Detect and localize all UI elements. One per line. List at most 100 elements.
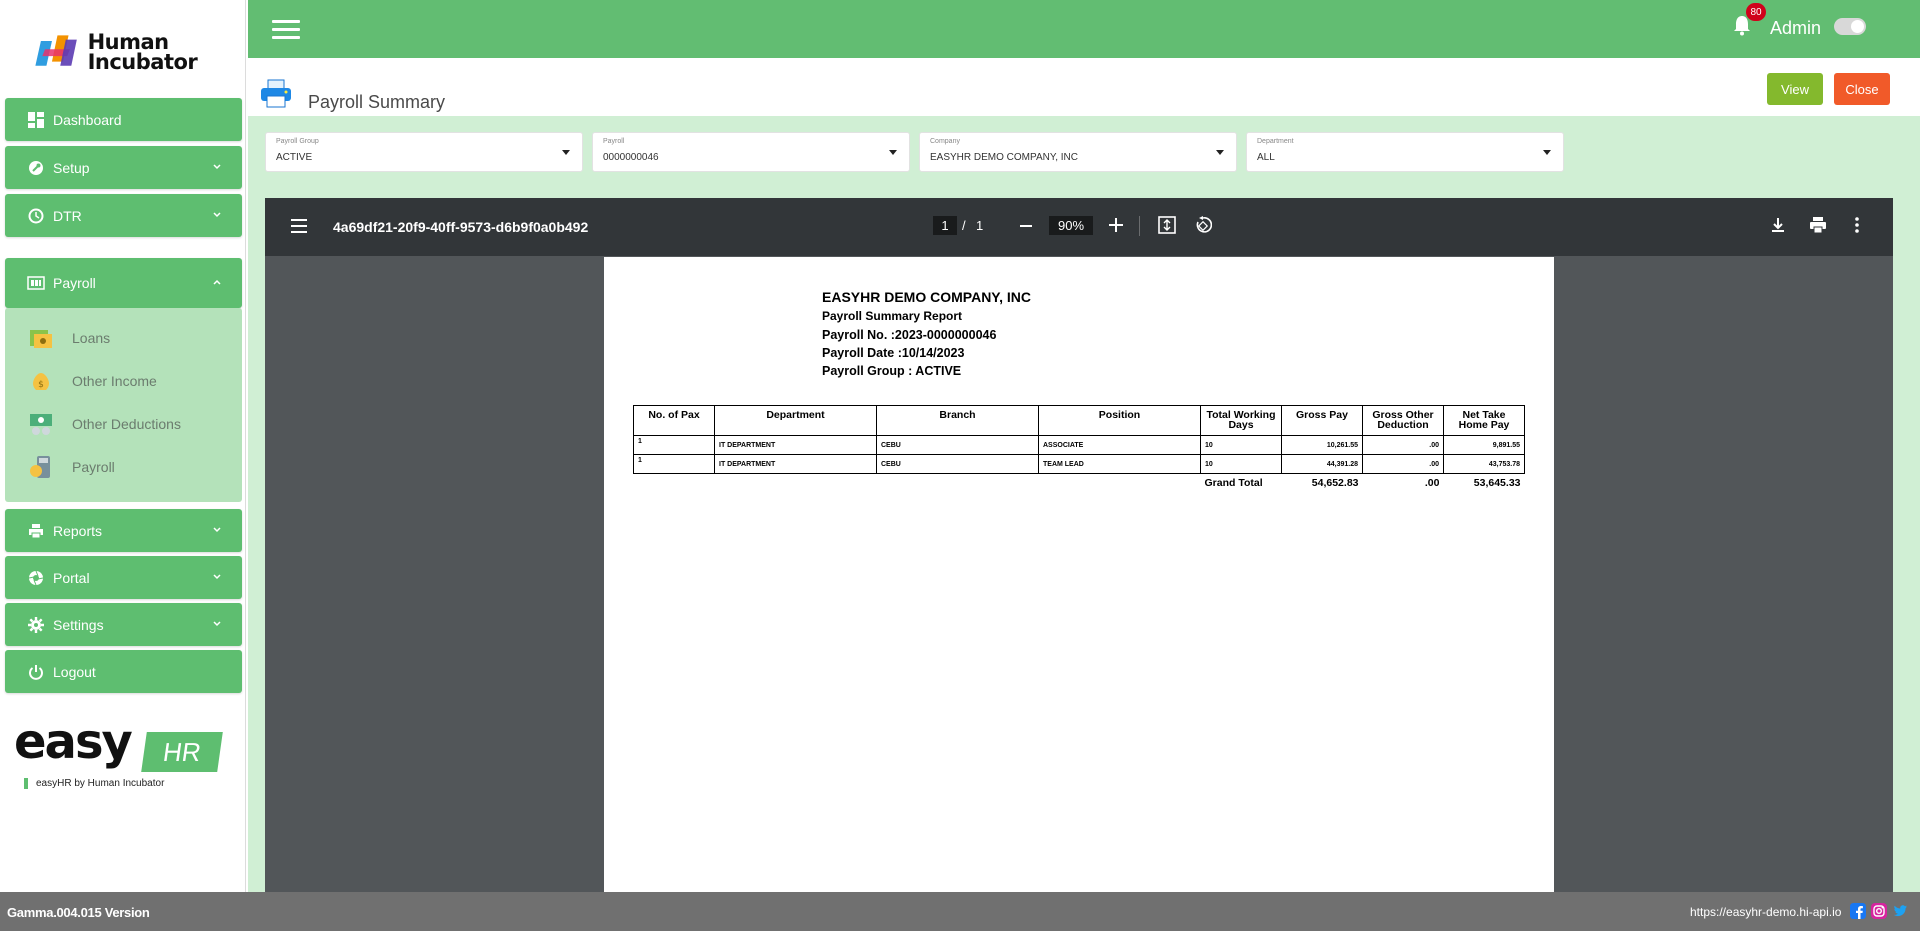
sidebar-item-label: Settings: [53, 616, 104, 633]
sidebar-item-label: DTR: [53, 207, 82, 224]
sidebar-item-label: Portal: [53, 569, 90, 586]
chevron-down-icon: [213, 527, 221, 533]
cell-pax: 1: [633, 435, 715, 455]
fit-page-icon[interactable]: [1158, 216, 1176, 234]
submenu-item-payroll[interactable]: Payroll: [26, 451, 226, 483]
menu-toggle-icon[interactable]: [272, 20, 300, 40]
sidebar: Human Incubator Dashboard Setup DTR Payr…: [0, 0, 246, 892]
easyhr-tagline: easyHR by Human Incubator: [23, 778, 165, 789]
wrench-icon: [27, 159, 45, 177]
pdf-viewer[interactable]: 4a69df21-20f9-40ff-9573-d6b9f0a0b492 1 /…: [265, 198, 1893, 892]
sidebar-item-logout[interactable]: Logout: [5, 650, 242, 693]
submenu-item-other-deductions[interactable]: Other Deductions: [26, 408, 226, 440]
download-icon[interactable]: [1770, 217, 1786, 233]
chevron-up-icon: [213, 279, 221, 285]
col-header-pax: No. of Pax: [633, 405, 715, 436]
chevron-down-icon: [213, 621, 221, 627]
table-row: 1 IT DEPARTMENT CEBU ASSOCIATE 10 10,261…: [633, 435, 1525, 455]
caret-down-icon: [1216, 150, 1224, 155]
rotate-icon[interactable]: [1194, 216, 1212, 234]
department-select[interactable]: Department ALL: [1246, 132, 1564, 172]
easyhr-logo-hr: HR: [141, 732, 223, 772]
submenu-item-loans[interactable]: Loans: [26, 322, 226, 354]
topbar: 80 Admin: [248, 0, 1920, 58]
sidebar-item-reports[interactable]: Reports: [5, 509, 242, 552]
site-url-link[interactable]: https://easyhr-demo.hi-api.io: [1690, 905, 1841, 919]
sidebar-item-portal[interactable]: Portal: [5, 556, 242, 599]
grand-total-deduction: .00: [1424, 476, 1440, 489]
department-value: ALL: [1257, 152, 1275, 163]
cell-gross: 10,261.55: [1281, 435, 1363, 455]
report-printer-icon: [261, 79, 291, 108]
human-incubator-logo[interactable]: Human Incubator: [34, 24, 224, 80]
report-title: Payroll Summary Report: [822, 309, 963, 323]
theme-toggle[interactable]: [1834, 18, 1866, 35]
submenu-item-label: Payroll: [72, 459, 115, 475]
sidebar-item-payroll[interactable]: Payroll: [5, 258, 242, 308]
payroll-select[interactable]: Payroll 0000000046: [592, 132, 910, 172]
calculator-icon: [26, 453, 56, 481]
table-header-row: No. of Pax Department Branch Position To…: [633, 405, 1525, 436]
version-label: Gamma.004.015 Version: [7, 905, 150, 920]
sidebar-item-dashboard[interactable]: Dashboard: [5, 98, 242, 141]
payroll-submenu: Loans $ Other Income Other Deductions Pa…: [5, 308, 242, 502]
pdf-file-name: 4a69df21-20f9-40ff-9573-d6b9f0a0b492: [333, 219, 589, 235]
caret-down-icon: [562, 150, 570, 155]
pdf-page-input[interactable]: 1: [933, 216, 957, 235]
col-header-days: Total Working Days: [1200, 405, 1282, 436]
cell-days: 10: [1200, 435, 1282, 455]
col-header-branch: Branch: [876, 405, 1039, 436]
col-header-position: Position: [1038, 405, 1201, 436]
close-button[interactable]: Close: [1834, 73, 1890, 105]
cell-branch: CEBU: [876, 454, 1039, 474]
logo-text: Human Incubator: [87, 30, 198, 74]
zoom-out-icon[interactable]: [1020, 225, 1032, 227]
chevron-down-icon: [213, 212, 221, 218]
chevron-down-icon: [213, 574, 221, 580]
pdf-menu-icon[interactable]: [291, 219, 307, 233]
zoom-in-icon[interactable]: [1109, 218, 1123, 232]
footer: Gamma.004.015 Version https://easyhr-dem…: [0, 892, 1920, 931]
facebook-icon[interactable]: [1850, 903, 1866, 919]
printer-icon: [27, 522, 45, 540]
pdf-page-separator: /: [962, 218, 966, 233]
sidebar-item-dtr[interactable]: DTR: [5, 194, 242, 237]
col-header-department: Department: [714, 405, 877, 436]
cell-days: 10: [1200, 454, 1282, 474]
company-select[interactable]: Company EASYHR DEMO COMPANY, INC: [919, 132, 1237, 172]
payroll-label: Payroll: [603, 138, 625, 145]
moon-icon: [1883, 16, 1891, 32]
payroll-group-select[interactable]: Payroll Group ACTIVE: [265, 132, 583, 172]
more-vertical-icon[interactable]: [1855, 217, 1859, 233]
company-label: Company: [930, 138, 960, 145]
user-name[interactable]: Admin: [1770, 18, 1821, 39]
sidebar-item-setup[interactable]: Setup: [5, 146, 242, 189]
view-button[interactable]: View: [1767, 73, 1823, 105]
easyhr-logo-text: easy: [14, 714, 133, 770]
cell-position: ASSOCIATE: [1038, 435, 1201, 455]
payroll-summary-table: No. of Pax Department Branch Position To…: [633, 405, 1525, 492]
pdf-zoom-input[interactable]: 90%: [1049, 216, 1093, 235]
cell-position: TEAM LEAD: [1038, 454, 1201, 474]
dashboard-icon: [27, 111, 45, 129]
submenu-item-label: Loans: [72, 330, 111, 346]
submenu-item-other-income[interactable]: $ Other Income: [26, 365, 226, 397]
report-payroll-date: Payroll Date :10/14/2023: [822, 346, 965, 360]
sidebar-item-settings[interactable]: Settings: [5, 603, 242, 646]
aperture-icon: [27, 569, 45, 587]
department-label: Department: [1257, 138, 1294, 145]
table-row: 1 IT DEPARTMENT CEBU TEAM LEAD 10 44,391…: [633, 454, 1525, 474]
twitter-icon[interactable]: [1892, 903, 1908, 919]
deduction-icon: [26, 410, 56, 438]
pdf-total-pages: 1: [976, 218, 984, 233]
report-header: EASYHR DEMO COMPANY, INC Payroll Summary…: [822, 289, 1031, 382]
cell-gross: 44,391.28: [1281, 454, 1363, 474]
instagram-icon[interactable]: [1871, 903, 1887, 919]
chevron-down-icon: [213, 164, 221, 170]
grand-total-gross: 54,652.83: [1311, 476, 1359, 489]
pdf-page: EASYHR DEMO COMPANY, INC Payroll Summary…: [604, 257, 1554, 892]
easyhr-logo: easy HR easyHR by Human Incubator: [14, 714, 223, 792]
print-icon[interactable]: [1809, 216, 1827, 234]
logo-mark-icon: [35, 35, 77, 66]
clock-icon: [27, 207, 45, 225]
